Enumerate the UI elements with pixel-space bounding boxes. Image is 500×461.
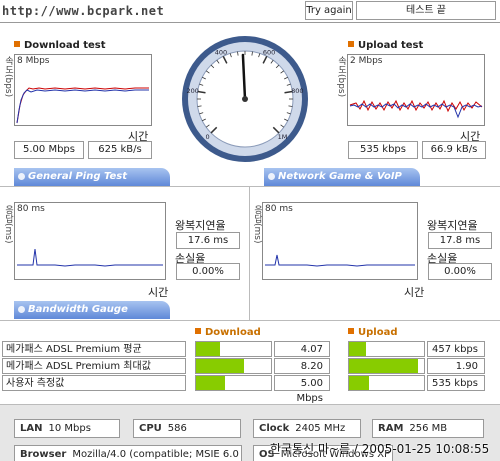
download-value: 8.20 Mbps [274, 358, 330, 387]
tab-network-game-voip-test[interactable]: Network Game & VoIP Test [264, 168, 420, 200]
download-bar [195, 358, 272, 374]
upload-bar-fill [349, 359, 418, 373]
ram-label: RAM [378, 423, 404, 434]
game-max-label: 80 ms [265, 204, 293, 214]
lan-label: LAN [20, 423, 43, 434]
upload-bar [348, 358, 425, 374]
download-bar [195, 341, 272, 357]
download-bar-fill [196, 359, 244, 373]
ping-loss-value: 0.00% [176, 263, 240, 280]
column-divider [249, 186, 250, 320]
bandwidth-row-label: 사용자 측정값 [2, 375, 186, 391]
browser-label: Browser [20, 449, 67, 460]
upload-speed-kbps: 535 kbps [348, 141, 418, 159]
ping-series [17, 248, 163, 267]
download-speed-mbps: 5.00 Mbps [14, 141, 84, 159]
bullet-icon [14, 41, 20, 47]
try-again-button[interactable]: Try again [305, 1, 353, 20]
tab-dot-icon [18, 173, 25, 180]
browser-info: Browser Mozilla/4.0 (compatible; MSIE 6.0 [14, 445, 242, 461]
game-x-axis-label: 시간 [404, 286, 425, 299]
upload-title: Upload test [348, 40, 423, 51]
bandwidth-row-label: 메가패스 ADSL Premium 평균 [2, 341, 186, 357]
site-url: http://www.bcpark.net [2, 4, 165, 18]
upload-value: 457 kbps [427, 341, 485, 357]
end-test-button[interactable]: 테스트 끝 [356, 1, 496, 20]
download-bar-fill [196, 342, 220, 356]
header-divider [0, 22, 500, 23]
upload-value: 1.90 Mbps [427, 358, 485, 387]
gauge-tick-label: 0 [205, 133, 209, 141]
upload-title-text: Upload test [358, 40, 424, 51]
upload-bar [348, 341, 425, 357]
download-speed-kBs: 625 kB/s [88, 141, 152, 159]
download-value: 5.00 Mbps [274, 375, 330, 404]
tab-label: General Ping Test [28, 171, 128, 182]
download-graph: 8 Mbps [14, 54, 152, 126]
ram-info: RAM 256 MB [372, 419, 484, 438]
bullet-icon [348, 41, 354, 47]
clock-label: Clock [259, 423, 290, 434]
lan-value: 10 Mbps [48, 423, 91, 434]
cpu-label: CPU [139, 423, 162, 434]
download-series-blue [16, 89, 149, 124]
bullet-icon [348, 328, 354, 334]
browser-value: Mozilla/4.0 (compatible; MSIE 6.0 [72, 449, 239, 460]
game-series [265, 254, 415, 267]
upload-bar-fill [349, 342, 366, 356]
upload-graph: 2 Mbps [347, 54, 485, 126]
tab-general-ping-test[interactable]: General Ping Test [14, 168, 170, 186]
bullet-icon [195, 328, 201, 334]
upload-speed-kBs: 66.9 kB/s [422, 141, 486, 159]
download-series-red [16, 87, 149, 124]
download-title: Download test [14, 40, 106, 51]
clock-info: Clock 2405 MHz [253, 419, 361, 438]
tab-label: Bandwidth Gauge [28, 304, 128, 315]
section-divider [0, 320, 500, 321]
upload-bar-fill [349, 376, 369, 390]
bandwidth-upload-header: Upload [348, 327, 397, 338]
ping-max-label: 80 ms [17, 204, 45, 214]
ping-rtt-value: 17.6 ms [176, 232, 240, 249]
lan-info: LAN 10 Mbps [14, 419, 120, 438]
gauge-svg: 0 200 400 600 800 1M [182, 36, 308, 162]
cpu-info: CPU 586 [133, 419, 241, 438]
ping-rtt-label: 왕복지연율 [175, 219, 226, 232]
download-max-label: 8 Mbps [17, 56, 50, 66]
download-title-text: Download test [24, 40, 106, 51]
download-bar-fill [196, 376, 226, 390]
cpu-value: 586 [167, 423, 187, 434]
upload-bar [348, 375, 425, 391]
clock-value: 2405 MHz [295, 423, 346, 434]
section-divider [0, 186, 500, 187]
download-bar [195, 375, 272, 391]
game-loss-value: 0.00% [428, 263, 492, 280]
bandwidth-download-header: Download [195, 327, 261, 338]
gauge-tick-label: 800 [291, 87, 303, 95]
gauge-tick-label: 200 [186, 87, 198, 95]
game-rtt-label: 왕복지연율 [427, 219, 478, 232]
download-value: 4.07 Mbps [274, 341, 330, 370]
game-graph-svg [265, 254, 415, 267]
bandwidth-download-header-text: Download [205, 327, 261, 338]
game-graph: 80 ms [262, 202, 418, 280]
gauge-tick-label: 400 [215, 48, 227, 56]
bandwidth-row-label: 메가패스 ADSL Premium 최대값 [2, 358, 186, 374]
game-rtt-value: 17.8 ms [428, 232, 492, 249]
watermark: 한국통신 마~름 / 2005-01-25 10:08:55 [270, 442, 490, 456]
speed-gauge: 0 200 400 600 800 1M [180, 34, 310, 164]
ping-graph: 80 ms [14, 202, 166, 280]
tab-dot-icon [268, 173, 275, 180]
ping-graph-svg [17, 248, 163, 267]
ping-x-axis-label: 시간 [148, 286, 169, 299]
tab-bandwidth-gauge[interactable]: Bandwidth Gauge [14, 301, 170, 319]
gauge-tick-label: 600 [263, 48, 275, 56]
tab-dot-icon [18, 306, 25, 313]
upload-value: 535 kbps [427, 375, 485, 391]
upload-max-label: 2 Mbps [350, 56, 383, 66]
ram-value: 256 MB [409, 423, 448, 434]
gauge-tick-label: 1M [278, 133, 288, 141]
bandwidth-upload-header-text: Upload [358, 327, 398, 338]
